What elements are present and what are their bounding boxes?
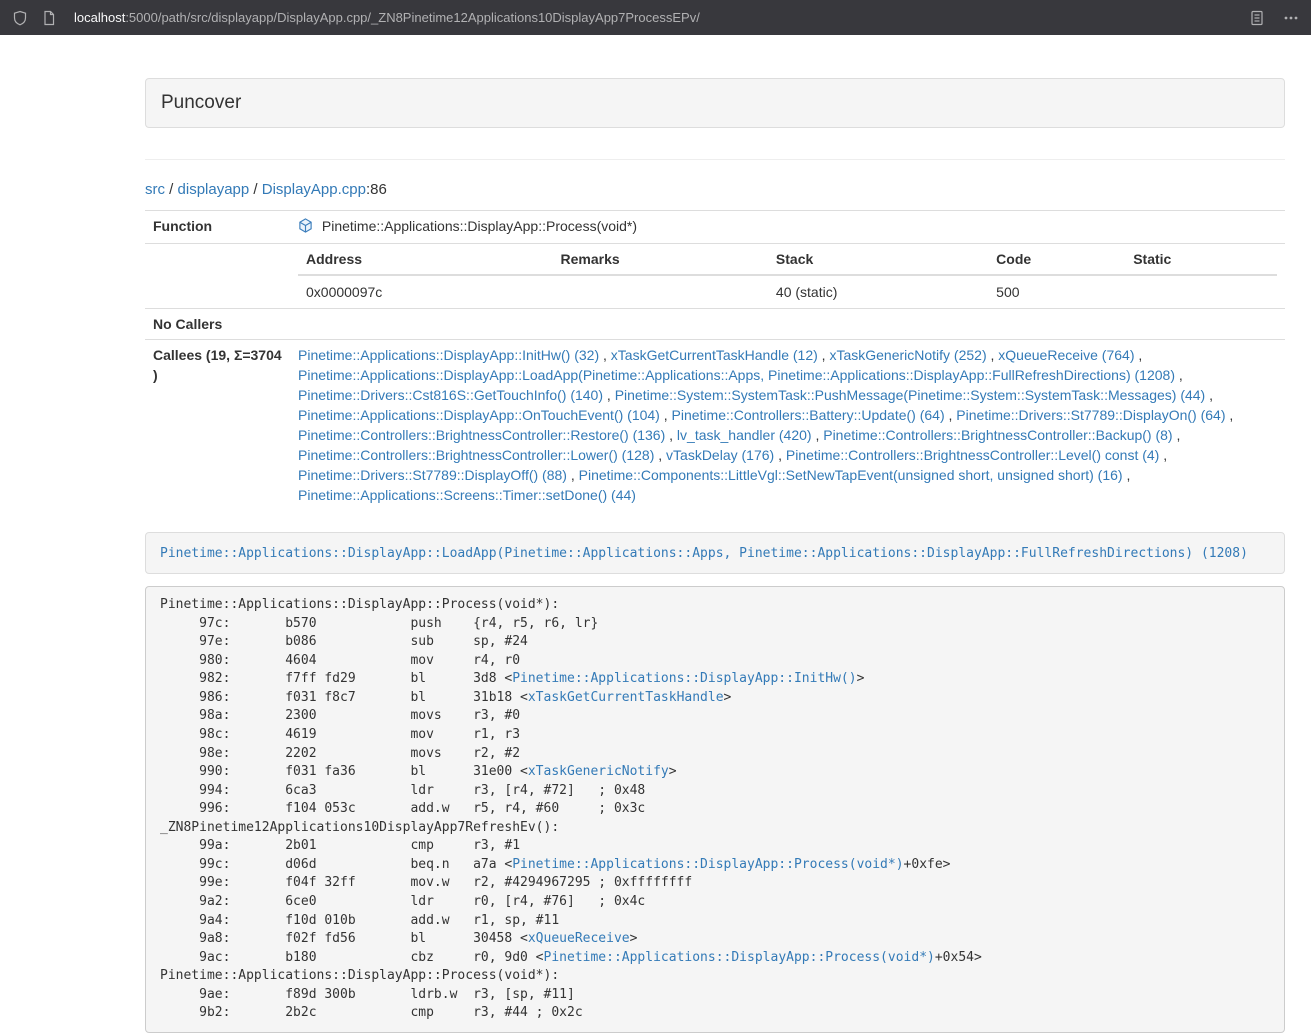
- callees-list: Pinetime::Applications::DisplayApp::Init…: [290, 340, 1285, 511]
- function-label: Function: [145, 211, 290, 244]
- callee-link[interactable]: xQueueReceive (764): [998, 347, 1134, 363]
- callee-link[interactable]: Pinetime::Applications::DisplayApp::Init…: [298, 347, 599, 363]
- breadcrumb-file[interactable]: DisplayApp.cpp: [262, 181, 366, 198]
- url-path: :5000/path/src/displayapp/DisplayApp.cpp…: [125, 10, 700, 25]
- no-callers-row: No Callers: [145, 309, 1285, 340]
- breadcrumb-separator: /: [169, 181, 173, 198]
- selected-callee-panel: Pinetime::Applications::DisplayApp::Load…: [145, 532, 1285, 574]
- function-stats-table: Address Remarks Stack Code Static 0x0000…: [298, 244, 1277, 308]
- callee-link[interactable]: lv_task_handler (420): [677, 427, 812, 443]
- callees-label: Callees (19, Σ=3704 ): [145, 340, 290, 511]
- page-icon[interactable]: [41, 10, 57, 26]
- column-stack: Stack: [768, 244, 988, 275]
- url-host: localhost: [74, 10, 125, 25]
- callee-link[interactable]: vTaskDelay (176): [666, 447, 774, 463]
- callee-link[interactable]: Pinetime::Drivers::St7789::DisplayOff() …: [298, 467, 567, 483]
- column-static: Static: [1125, 244, 1277, 275]
- code-value: 500: [988, 275, 1125, 308]
- shield-icon[interactable]: [12, 10, 28, 26]
- stats-row: Address Remarks Stack Code Static 0x0000…: [145, 244, 1285, 309]
- no-callers-label: No Callers: [145, 309, 290, 340]
- asm-symbol-link[interactable]: Pinetime::Applications::DisplayApp::Proc…: [512, 857, 903, 872]
- breadcrumb-displayapp[interactable]: displayapp: [178, 181, 250, 198]
- callee-link[interactable]: xTaskGetCurrentTaskHandle (12): [611, 347, 818, 363]
- breadcrumb-separator: /: [253, 181, 257, 198]
- asm-symbol-link[interactable]: xTaskGetCurrentTaskHandle: [528, 690, 724, 705]
- main-content: Puncover src / displayapp / DisplayApp.c…: [145, 78, 1285, 1033]
- column-address: Address: [298, 244, 553, 275]
- callee-link[interactable]: xTaskGenericNotify (252): [829, 347, 986, 363]
- breadcrumb-src[interactable]: src: [145, 181, 165, 198]
- asm-symbol-link[interactable]: xTaskGenericNotify: [528, 764, 669, 779]
- selected-callee-link[interactable]: Pinetime::Applications::DisplayApp::Load…: [160, 546, 1248, 561]
- divider: [145, 159, 1285, 160]
- callee-link[interactable]: Pinetime::Applications::DisplayApp::Load…: [298, 367, 1175, 383]
- breadcrumb-line-number: :86: [366, 181, 387, 198]
- callees-row: Callees (19, Σ=3704 ) Pinetime::Applicat…: [145, 340, 1285, 511]
- function-row: Function Pinetime::Applications::Display…: [145, 211, 1285, 244]
- column-code: Code: [988, 244, 1125, 275]
- app-title-panel: Puncover: [145, 78, 1285, 128]
- callee-link[interactable]: Pinetime::Drivers::St7789::DisplayOn() (…: [956, 407, 1225, 423]
- disassembly-block: Pinetime::Applications::DisplayApp::Proc…: [145, 586, 1285, 1033]
- remarks-value: [553, 275, 768, 308]
- callee-link[interactable]: Pinetime::Controllers::BrightnessControl…: [298, 427, 665, 443]
- callee-link[interactable]: Pinetime::Controllers::Battery::Update()…: [672, 407, 945, 423]
- url-bar[interactable]: localhost:5000/path/src/displayapp/Displ…: [74, 10, 1231, 25]
- callee-link[interactable]: Pinetime::Controllers::BrightnessControl…: [298, 447, 654, 463]
- function-table: Function Pinetime::Applications::Display…: [145, 210, 1285, 510]
- callee-link[interactable]: Pinetime::Applications::Screens::Timer::…: [298, 487, 636, 503]
- overflow-menu-icon[interactable]: [1283, 10, 1299, 26]
- address-value: 0x0000097c: [298, 275, 553, 308]
- callee-link[interactable]: Pinetime::Components::LittleVgl::SetNewT…: [579, 467, 1123, 483]
- asm-symbol-link[interactable]: xQueueReceive: [528, 931, 630, 946]
- asm-symbol-link[interactable]: Pinetime::Applications::DisplayApp::Init…: [512, 671, 856, 686]
- column-remarks: Remarks: [553, 244, 768, 275]
- page-title: Puncover: [161, 92, 241, 113]
- callee-link[interactable]: Pinetime::Controllers::BrightnessControl…: [786, 447, 1159, 463]
- stack-value: 40 (static): [768, 275, 988, 308]
- stats-data-row: 0x0000097c 40 (static) 500: [298, 275, 1277, 308]
- asm-symbol-link[interactable]: Pinetime::Applications::DisplayApp::Proc…: [544, 950, 935, 965]
- callee-link[interactable]: Pinetime::Controllers::BrightnessControl…: [823, 427, 1172, 443]
- static-value: [1125, 275, 1277, 308]
- callee-link[interactable]: Pinetime::Drivers::Cst816S::GetTouchInfo…: [298, 387, 603, 403]
- callee-link[interactable]: Pinetime::System::SystemTask::PushMessag…: [615, 387, 1206, 403]
- reader-mode-icon[interactable]: [1249, 10, 1265, 26]
- breadcrumb: src / displayapp / DisplayApp.cpp:86: [145, 181, 1285, 198]
- callee-link[interactable]: Pinetime::Applications::DisplayApp::OnTo…: [298, 407, 660, 423]
- method-icon: [298, 218, 313, 238]
- function-name: Pinetime::Applications::DisplayApp::Proc…: [322, 218, 637, 234]
- browser-toolbar: localhost:5000/path/src/displayapp/Displ…: [0, 0, 1311, 35]
